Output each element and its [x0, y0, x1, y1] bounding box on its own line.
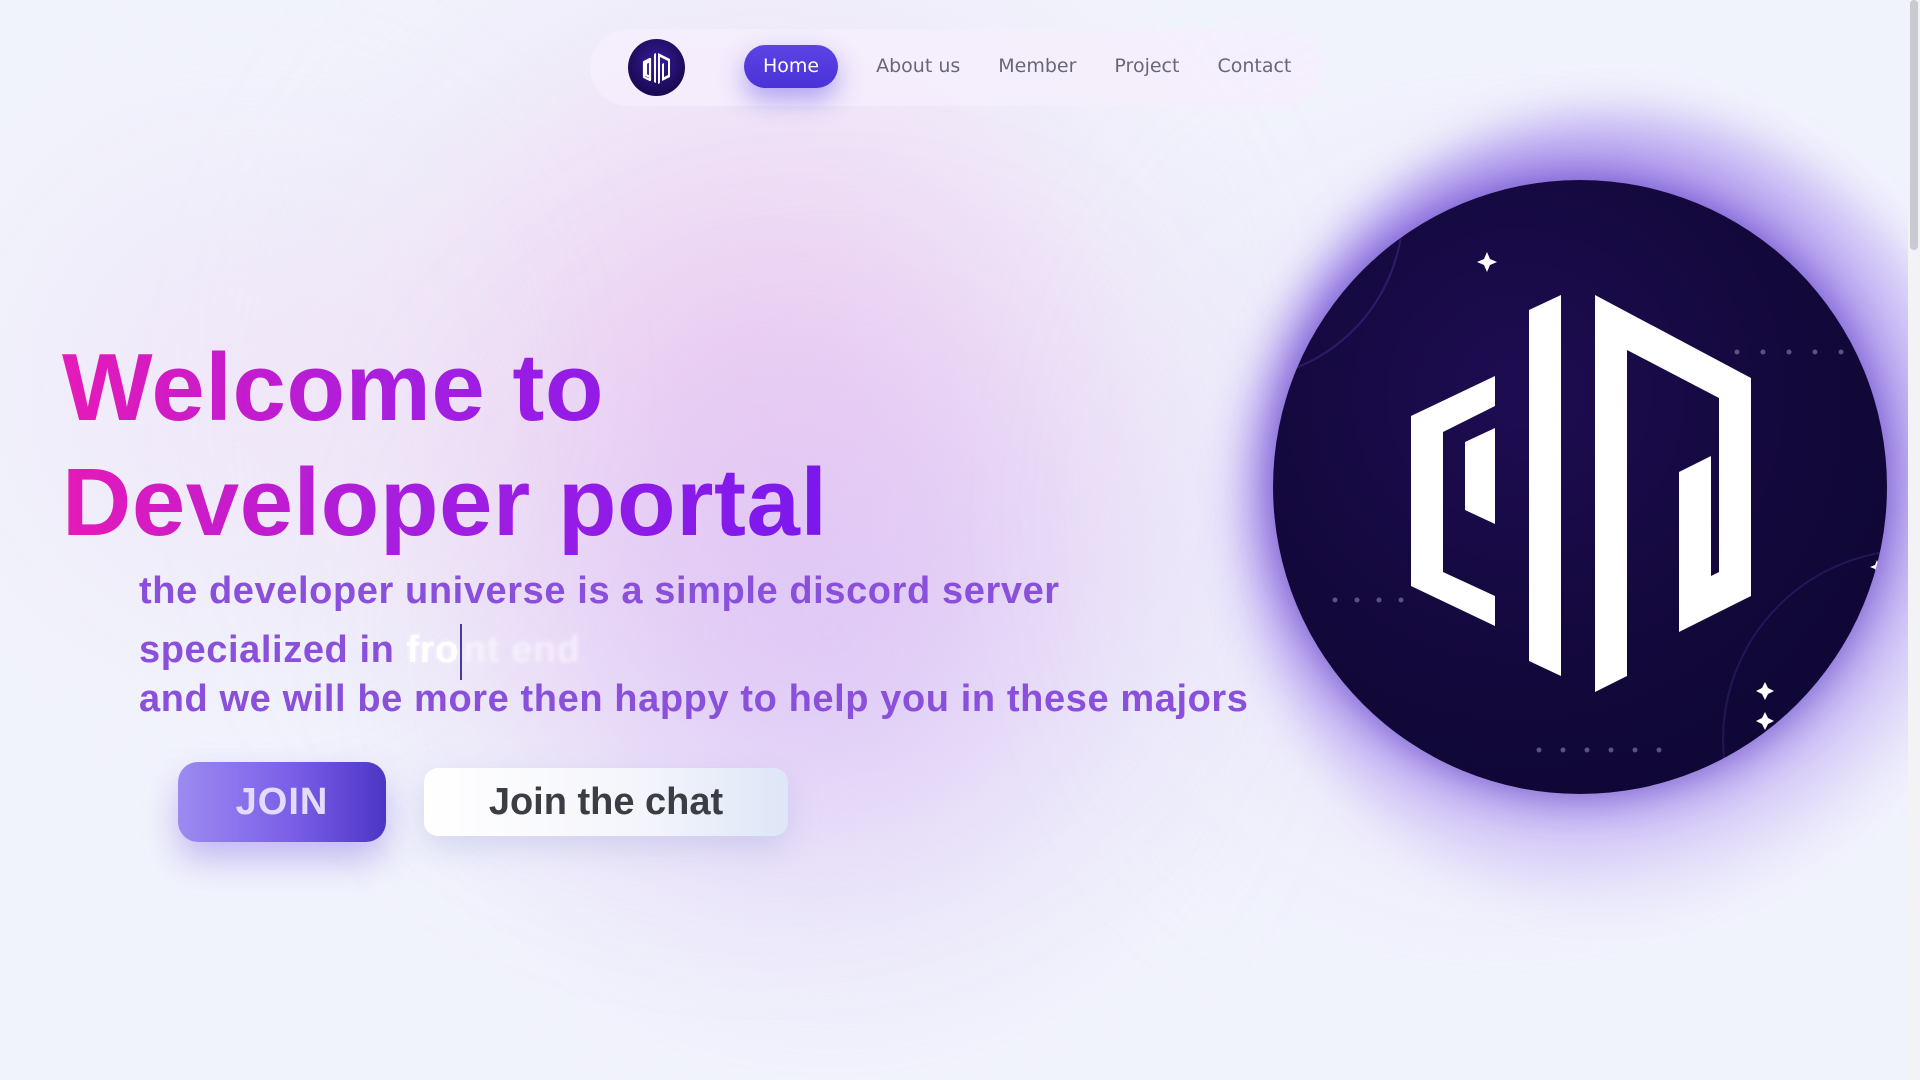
- nav-contact[interactable]: Contact: [1198, 45, 1310, 88]
- nav-home[interactable]: Home: [744, 45, 839, 88]
- typed-text-faded: nt end: [462, 629, 581, 672]
- page-scrollbar[interactable]: [1908, 0, 1920, 1080]
- subtitle-line-2: specialized in fro nt end: [139, 624, 1249, 680]
- typing-caret: [459, 624, 462, 680]
- nav-member[interactable]: Member: [979, 45, 1095, 88]
- developer-portal-logo-icon[interactable]: [628, 39, 685, 96]
- subtitle-line-3: and we will be more then happy to help y…: [139, 678, 1249, 720]
- nav-project[interactable]: Project: [1095, 45, 1198, 88]
- scrollbar-thumb[interactable]: [1910, 0, 1918, 250]
- hero-title-line-2: Developer portal: [62, 449, 828, 556]
- join-button[interactable]: JOIN: [178, 762, 386, 842]
- subtitle-line-1: the developer universe is a simple disco…: [139, 570, 1060, 612]
- subtitle-prefix: specialized in: [139, 629, 395, 672]
- hero-title-line-1: Welcome to: [62, 334, 604, 441]
- hero-logo-image: [1273, 180, 1887, 794]
- hero-title: Welcome to Developer portal: [62, 330, 828, 560]
- nav-links: Home About us Member Project Contact: [744, 45, 1310, 88]
- hero-subtitle: the developer universe is a simple disco…: [139, 566, 1249, 724]
- developer-portal-logo-icon: [1273, 180, 1887, 794]
- join-chat-button[interactable]: Join the chat: [424, 768, 788, 836]
- top-navbar: Home About us Member Project Contact: [590, 29, 1322, 106]
- nav-about-us[interactable]: About us: [857, 45, 979, 88]
- typed-text: fro: [406, 629, 459, 672]
